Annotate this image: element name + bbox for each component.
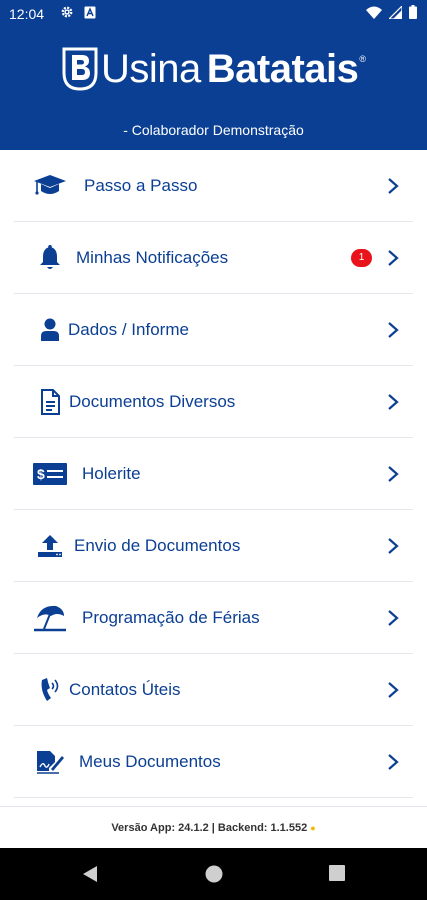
menu-label: Holerite	[82, 463, 141, 483]
menu-label: Contatos Úteis	[69, 679, 181, 699]
menu-item-minhas-notificacoes[interactable]: Minhas Notificações 1	[14, 222, 413, 294]
brand-logo: Usina Batatais ®	[62, 44, 366, 94]
upload-icon	[32, 532, 68, 560]
status-dot: ●	[310, 823, 316, 833]
battery-icon	[409, 5, 417, 19]
signature-icon	[32, 748, 68, 776]
gear-icon	[61, 6, 73, 18]
a-box-icon	[84, 6, 96, 18]
menu-label: Passo a Passo	[84, 175, 198, 195]
menu-item-meus-documentos[interactable]: Meus Documentos	[14, 726, 413, 798]
beach-umbrella-icon	[32, 604, 68, 632]
bell-icon	[32, 244, 68, 272]
user-icon	[32, 316, 68, 344]
user-subtitle: - Colaborador Demonstração	[123, 122, 304, 138]
document-icon	[32, 388, 68, 416]
app-header: Usina Batatais ® - Colaborador Demonstra…	[0, 28, 427, 150]
signal-icon	[389, 5, 402, 19]
menu-item-holerite[interactable]: $ Holerite	[14, 438, 413, 510]
chevron-right-icon	[388, 537, 399, 554]
chevron-right-icon	[388, 321, 399, 338]
chevron-right-icon	[388, 609, 399, 626]
menu-item-dados-informe[interactable]: Dados / Informe	[14, 294, 413, 366]
svg-text:$: $	[37, 466, 45, 482]
chevron-right-icon	[388, 393, 399, 410]
wifi-icon	[366, 6, 382, 19]
menu-label: Envio de Documentos	[74, 535, 241, 555]
main-menu: Passo a Passo Minhas Notificações 1 Dado…	[0, 150, 427, 798]
money-check-icon: $	[32, 460, 68, 488]
registered-mark: ®	[359, 54, 367, 64]
menu-label: Dados / Informe	[68, 319, 189, 339]
chevron-right-icon	[388, 249, 399, 266]
menu-item-programacao-de-ferias[interactable]: Programação de Férias	[14, 582, 413, 654]
recents-icon[interactable]	[329, 865, 345, 881]
menu-item-documentos-diversos[interactable]: Documentos Diversos	[14, 366, 413, 438]
home-icon[interactable]	[205, 865, 223, 883]
menu-label: Documentos Diversos	[69, 391, 236, 411]
app-version-footer: Versão App: 24.1.2 | Backend: 1.1.552 ●	[0, 806, 427, 849]
phone-icon	[32, 676, 68, 704]
chevron-right-icon	[388, 465, 399, 482]
brand-name-bold: Batatais	[206, 47, 359, 91]
menu-item-envio-de-documentos[interactable]: Envio de Documentos	[14, 510, 413, 582]
system-nav-bar	[0, 848, 427, 900]
menu-item-contatos-uteis[interactable]: Contatos Úteis	[14, 654, 413, 726]
usina-logo-icon	[62, 47, 98, 91]
chevron-right-icon	[388, 753, 399, 770]
menu-label: Programação de Férias	[82, 607, 260, 627]
menu-item-passo-a-passo[interactable]: Passo a Passo	[14, 150, 413, 222]
graduation-cap-icon	[32, 172, 68, 200]
back-icon[interactable]	[82, 865, 98, 883]
status-time: 12:04	[9, 6, 45, 22]
menu-label: Minhas Notificações	[76, 247, 229, 267]
version-text: Versão App: 24.1.2 | Backend: 1.1.552	[111, 822, 308, 834]
brand-name-regular: Usina	[101, 47, 201, 91]
menu-label: Meus Documentos	[79, 751, 221, 771]
chevron-right-icon	[388, 681, 399, 698]
notification-count-badge: 1	[351, 248, 372, 267]
status-bar: 12:04	[0, 0, 427, 28]
chevron-right-icon	[388, 177, 399, 194]
